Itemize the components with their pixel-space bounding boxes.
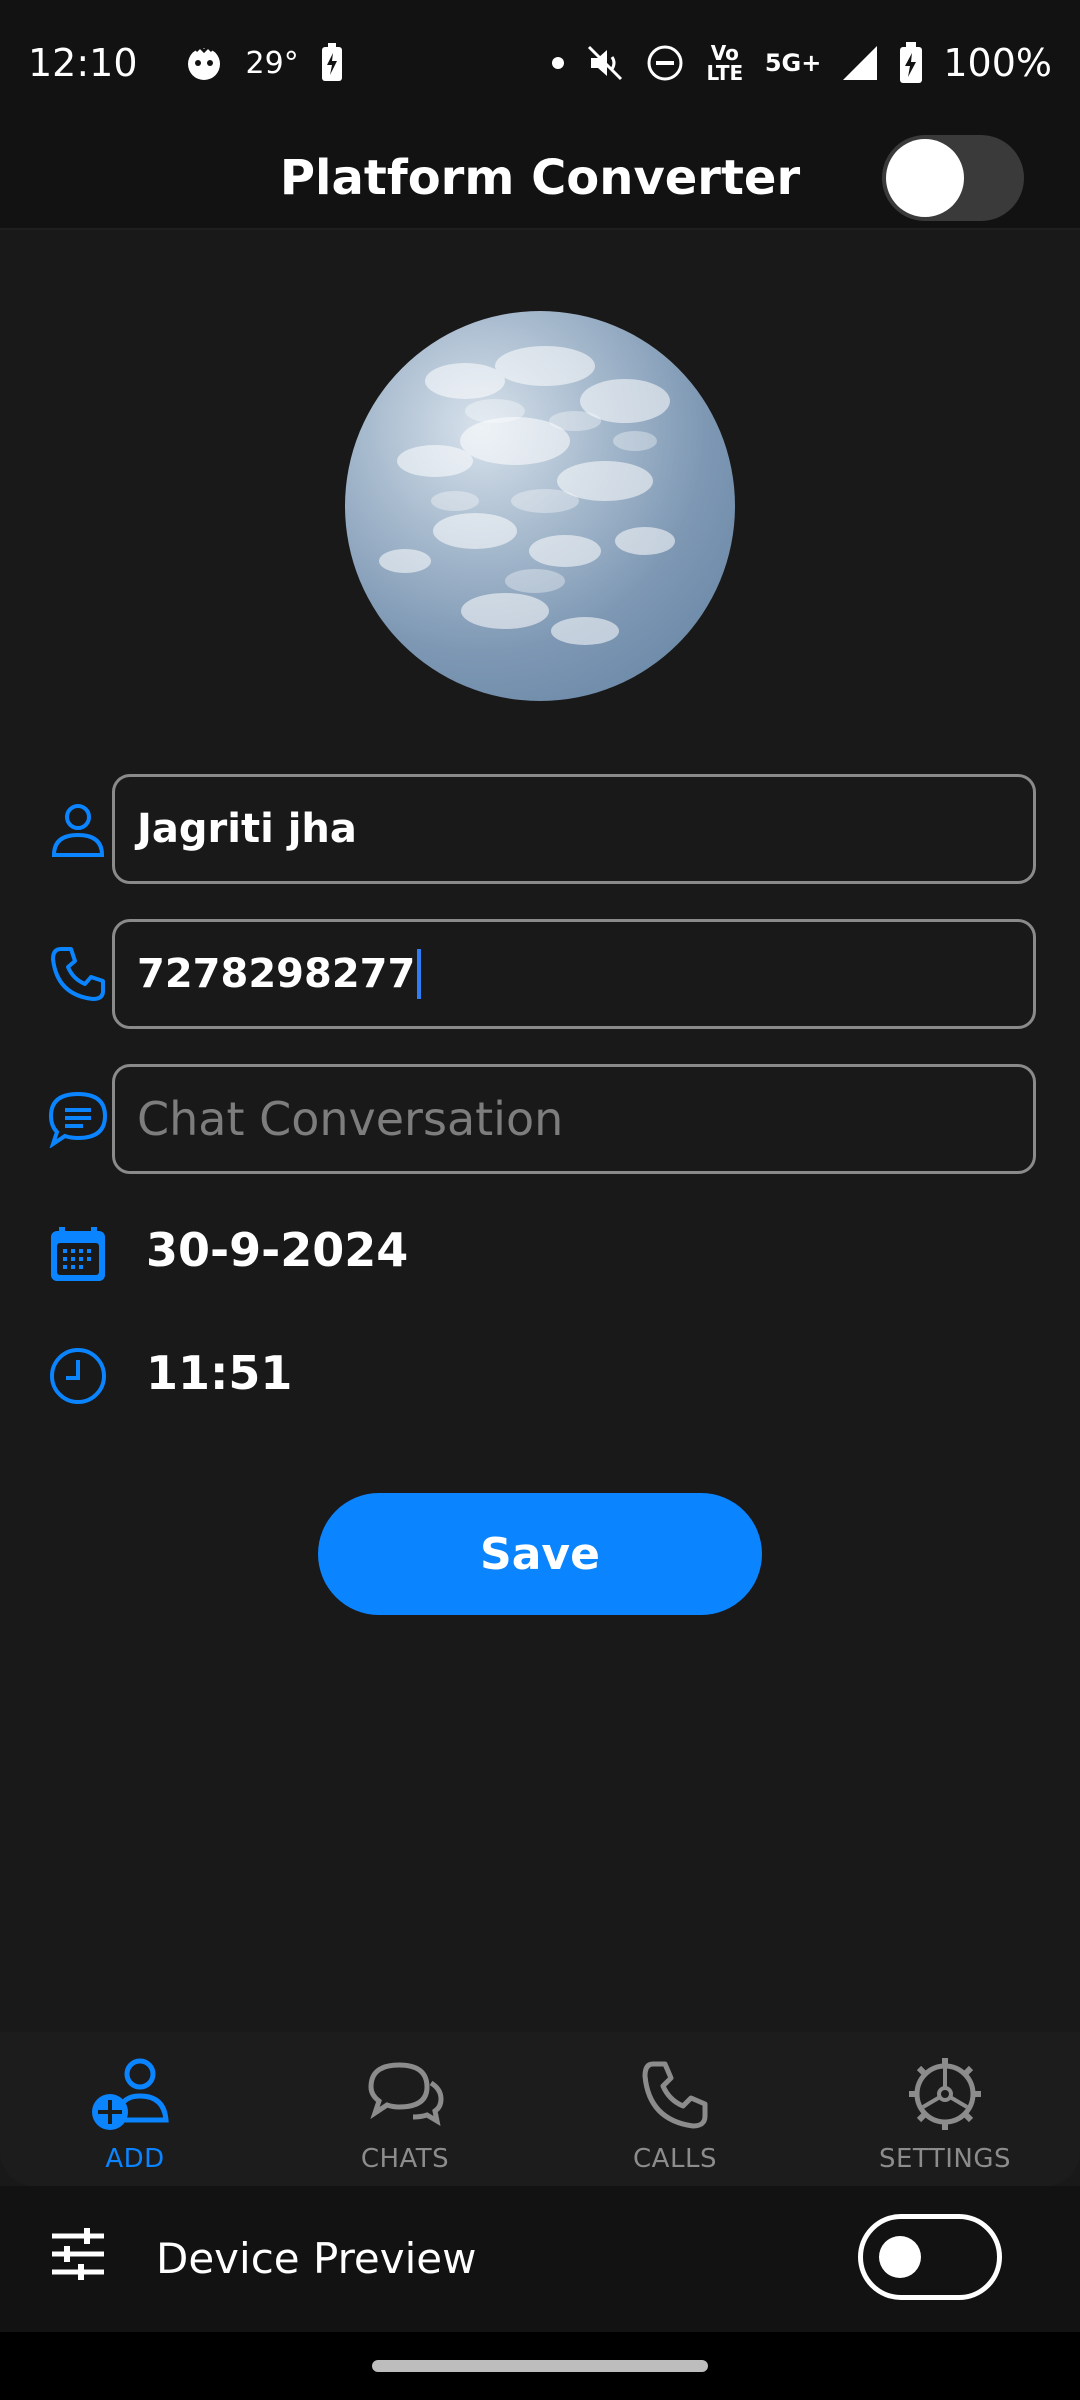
phone-icon [630,2052,720,2136]
device-preview-bar: Device Preview [0,2186,1080,2332]
save-button[interactable]: Save [318,1493,762,1615]
status-right: Vo LTE 5G+ 100% [551,41,1052,85]
calendar-icon[interactable] [46,1222,110,1286]
chat-conversation-placeholder: Chat Conversation [137,1092,564,1146]
app-bar: Platform Converter [0,126,1080,230]
nav-item-calls[interactable]: CALLS [540,2032,810,2186]
person-icon [46,797,110,861]
status-time: 12:10 [28,41,138,85]
clock-icon[interactable] [46,1344,110,1408]
nav-item-settings[interactable]: SETTINGS [810,2032,1080,2186]
date-value[interactable]: 30-9-2024 [146,1223,408,1277]
phone-icon [46,942,110,1006]
name-field[interactable]: Jagriti jha [112,774,1036,884]
status-bar: 12:10 29° Vo LTE 5G+ 100% [0,0,1080,126]
battery-percentage: 100% [943,41,1052,85]
theme-toggle[interactable] [882,135,1024,221]
signal-icon [841,44,879,82]
phone-field-value: 7278298277 [137,951,416,997]
volte-indicator: Vo LTE [706,41,744,85]
do-not-disturb-icon [645,43,685,83]
device-preview-toggle-knob [879,2236,921,2278]
device-preview-label: Device Preview [156,2234,477,2283]
nav-item-add[interactable]: ADD [0,2032,270,2186]
gesture-navigation-area [0,2332,1080,2400]
chat-message-icon [46,1087,110,1151]
text-cursor [417,949,422,999]
battery-icon [899,42,923,84]
time-value[interactable]: 11:51 [146,1346,292,1400]
settings-icon [900,2052,990,2136]
theme-toggle-knob [886,139,964,217]
status-temperature: 29° [245,45,299,81]
status-left: 12:10 29° [28,41,343,85]
nav-item-chats[interactable]: CHATS [270,2032,540,2186]
add-person-icon [90,2052,180,2136]
name-field-value: Jagriti jha [137,806,357,852]
screen: 12:10 29° Vo LTE 5G+ 100% Platform Conve… [0,0,1080,2400]
avatar-clouds-image [379,346,675,645]
chat-conversation-field[interactable]: Chat Conversation [112,1064,1036,1174]
bottom-navigation: ADD CHATS CALLS SETTINGS [0,2032,1080,2186]
nav-label-settings: SETTINGS [878,2144,1011,2174]
nav-label-calls: CALLS [633,2144,717,2174]
device-preview-toggle[interactable] [858,2214,1002,2300]
nav-label-add: ADD [105,2144,165,2174]
nav-label-chats: CHATS [360,2144,450,2174]
profile-avatar[interactable] [345,311,735,701]
network-5g-indicator: 5G+ [764,49,822,77]
chat-bubbles-icon [360,2052,450,2136]
gesture-handle[interactable] [372,2360,708,2372]
battery-charging-icon [321,43,343,83]
app-notification-icon [184,43,224,83]
phone-field[interactable]: 7278298277 [112,919,1036,1029]
dot-icon [551,56,565,70]
mute-icon [585,43,625,83]
sliders-icon[interactable] [50,2226,106,2282]
